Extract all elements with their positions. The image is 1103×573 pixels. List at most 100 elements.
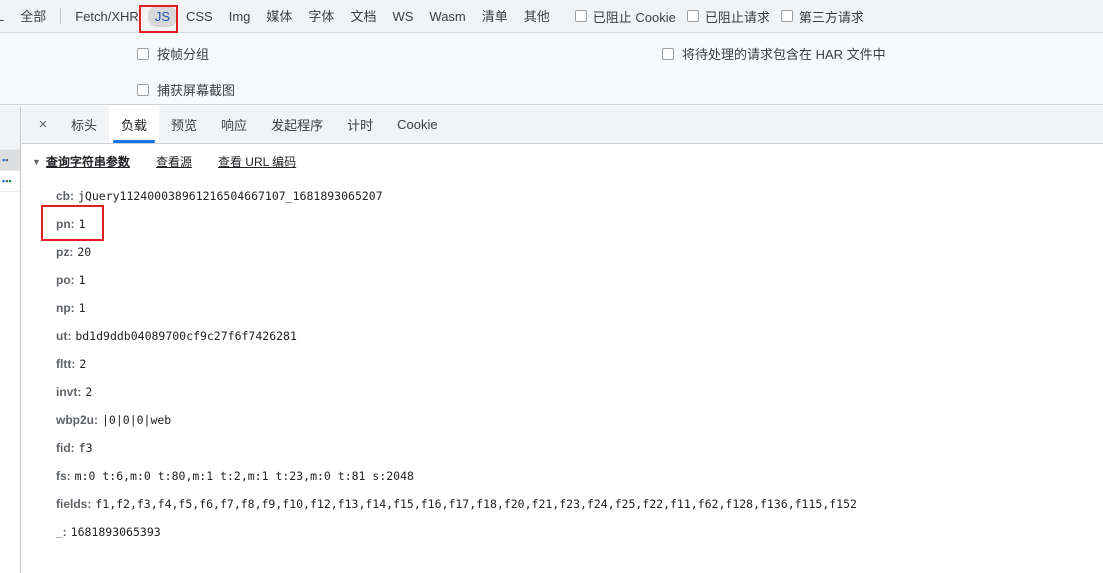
- blocked-requests-option[interactable]: 已阻止请求: [686, 7, 770, 26]
- parameter-row: pz: 20: [56, 238, 1103, 266]
- filter-chip-css[interactable]: CSS: [179, 6, 220, 27]
- request-list-item[interactable]: ▪▪▪: [0, 171, 20, 192]
- resource-type-filter-group: L 全部 Fetch/XHR JS CSS Img 媒体 字体 文档 WS Wasm 清单 其他: [0, 5, 558, 27]
- group-by-frame-option[interactable]: 按帧分组: [137, 44, 209, 63]
- parameter-row: _: 1681893065393: [56, 518, 1103, 546]
- parameter-row: po: 1: [56, 266, 1103, 294]
- detail-tab-strip: × 标头 负载 预览 响应 发起程序 计时 Cookie: [22, 106, 1103, 144]
- parameter-row: fields: f1,f2,f3,f4,f5,f6,f7,f8,f9,f10,f1…: [56, 490, 1103, 518]
- filter-chip-img[interactable]: Img: [222, 6, 258, 27]
- group-by-frame-checkbox[interactable]: [137, 47, 149, 60]
- filter-chip-js[interactable]: JS: [147, 5, 177, 27]
- parameter-row: np: 1: [56, 294, 1103, 322]
- parameter-value[interactable]: f1,f2,f3,f4,f5,f6,f7,f8,f9,f10,f12,f13,f…: [95, 497, 857, 511]
- view-url-encoded-link[interactable]: 查看 URL 编码: [218, 153, 296, 170]
- network-filter-checkbox-group: 已阻止 Cookie 已阻止请求 第三方请求: [564, 7, 864, 26]
- blocked-cookies-option[interactable]: 已阻止 Cookie: [574, 7, 676, 26]
- parameter-value[interactable]: 1681893065393: [71, 525, 161, 539]
- tab-0[interactable]: 标头: [59, 106, 109, 143]
- filter-chip--[interactable]: 文档: [343, 6, 383, 27]
- parameter-value[interactable]: 1: [79, 217, 86, 231]
- include-har-option[interactable]: 将待处理的请求包含在 HAR 文件中: [662, 44, 886, 63]
- parameter-value[interactable]: f3: [79, 441, 93, 455]
- filter-chip--[interactable]: 全部: [13, 6, 53, 27]
- group-by-frame-label: 按帧分组: [157, 47, 210, 62]
- parameter-value[interactable]: 2: [85, 385, 92, 399]
- close-icon[interactable]: ×: [27, 106, 59, 143]
- filter-chip--[interactable]: 字体: [301, 6, 341, 27]
- parameter-row: cb: jQuery112400038961216504667107_168189…: [56, 182, 1103, 210]
- detail-tabs: 标头 负载 预览 响应 发起程序 计时 Cookie: [59, 106, 450, 143]
- parameter-key: wbp2u:: [56, 413, 98, 427]
- tab-3[interactable]: 响应: [209, 106, 259, 143]
- filter-chip--[interactable]: 媒体: [259, 6, 299, 27]
- tab-label: 负载: [121, 118, 148, 133]
- request-list-header: [0, 106, 20, 150]
- query-string-section-header: ▼ 查询字符串参数 查看源 查看 URL 编码: [22, 144, 1103, 174]
- parameter-key: fields:: [56, 497, 92, 511]
- parameter-key: invt:: [56, 385, 82, 399]
- parameter-key: fltt:: [56, 357, 76, 371]
- parameter-value[interactable]: jQuery112400038961216504667107_168189306…: [78, 189, 383, 203]
- parameter-row: wbp2u: |0|0|0|web: [56, 406, 1103, 434]
- capture-screenshots-label: 捕获屏幕截图: [157, 83, 236, 98]
- tab-label: 标头: [71, 118, 98, 133]
- request-list-item[interactable]: ▪▪: [0, 150, 20, 171]
- parameter-key: pn:: [56, 217, 75, 231]
- parameter-key: _:: [56, 525, 67, 539]
- tab-5[interactable]: 计时: [335, 106, 385, 143]
- request-detail-pane: × 标头 负载 预览 响应 发起程序 计时 Cookie ▼ 查询字符串参数 查看源 查看 …: [22, 106, 1103, 573]
- filter-separator: [60, 8, 62, 24]
- filter-chip-l[interactable]: L: [0, 6, 11, 27]
- parameter-row: ut: bd1d9ddb04089700cf9c27f6f7426281: [56, 322, 1103, 350]
- filter-chip-ws[interactable]: WS: [385, 6, 420, 27]
- parameter-row: fid: f3: [56, 434, 1103, 462]
- parameter-value[interactable]: 1: [79, 301, 86, 315]
- parameter-key: cb:: [56, 189, 74, 203]
- payload-content: ▼ 查询字符串参数 查看源 查看 URL 编码 cb: jQuery1124000…: [22, 144, 1103, 546]
- parameter-key: fs:: [56, 469, 71, 483]
- blocked-requests-checkbox[interactable]: [686, 10, 699, 22]
- include-har-checkbox[interactable]: [662, 47, 674, 60]
- blocked-requests-label: 已阻止请求: [704, 9, 770, 25]
- tab-2[interactable]: 预览: [159, 106, 209, 143]
- parameter-key: ut:: [56, 329, 72, 343]
- filter-chip--[interactable]: 其他: [517, 6, 557, 27]
- parameter-row: fs: m:0 t:6,m:0 t:80,m:1 t:2,m:1 t:23,m:0…: [56, 462, 1103, 490]
- tab-6[interactable]: Cookie: [385, 106, 449, 143]
- parameter-value[interactable]: bd1d9ddb04089700cf9c27f6f7426281: [75, 329, 297, 343]
- tab-1[interactable]: 负载: [109, 106, 160, 143]
- filter-chip-fetch-xhr[interactable]: Fetch/XHR: [68, 6, 146, 27]
- network-filter-bar: L 全部 Fetch/XHR JS CSS Img 媒体 字体 文档 WS Wasm 清单 其他 已阻止…: [0, 0, 1103, 33]
- capture-screenshots-option[interactable]: 捕获屏幕截图: [137, 80, 235, 99]
- tab-label: 预览: [171, 118, 198, 133]
- parameter-row: invt: 2: [56, 378, 1103, 406]
- tab-label: 计时: [347, 118, 374, 133]
- include-har-label: 将待处理的请求包含在 HAR 文件中: [682, 47, 886, 62]
- blocked-cookies-checkbox[interactable]: [574, 10, 587, 22]
- parameter-value[interactable]: 2: [79, 357, 86, 371]
- parameter-value[interactable]: 20: [77, 245, 91, 259]
- capture-screenshots-checkbox[interactable]: [137, 83, 149, 96]
- parameter-value[interactable]: 1: [79, 273, 86, 287]
- network-options-bar: 按帧分组 捕获屏幕截图 将待处理的请求包含在 HAR 文件中: [0, 33, 1103, 105]
- view-source-link[interactable]: 查看源: [156, 153, 192, 170]
- chevron-down-icon[interactable]: ▼: [32, 156, 41, 168]
- tab-label: 响应: [221, 118, 248, 133]
- tab-4[interactable]: 发起程序: [259, 106, 335, 143]
- parameter-row: fltt: 2: [56, 350, 1103, 378]
- parameter-value[interactable]: m:0 t:6,m:0 t:80,m:1 t:2,m:1 t:23,m:0 t:…: [75, 469, 414, 483]
- third-party-requests-option[interactable]: 第三方请求: [780, 7, 864, 26]
- filter-chip--[interactable]: 清单: [475, 6, 515, 27]
- parameter-value[interactable]: |0|0|0|web: [102, 413, 171, 427]
- third-party-requests-label: 第三方请求: [798, 9, 864, 25]
- request-list-panel[interactable]: ▪▪ ▪▪▪: [0, 106, 21, 573]
- query-string-section-title[interactable]: 查询字符串参数: [46, 153, 130, 170]
- filter-chip-wasm[interactable]: Wasm: [422, 6, 472, 27]
- tab-label: Cookie: [397, 117, 438, 132]
- parameter-key: np:: [56, 301, 75, 315]
- parameter-key: po:: [56, 273, 75, 287]
- third-party-requests-checkbox[interactable]: [780, 10, 793, 22]
- parameter-row: pn: 1: [56, 210, 1103, 238]
- query-string-parameter-list: cb: jQuery112400038961216504667107_168189…: [22, 174, 1103, 546]
